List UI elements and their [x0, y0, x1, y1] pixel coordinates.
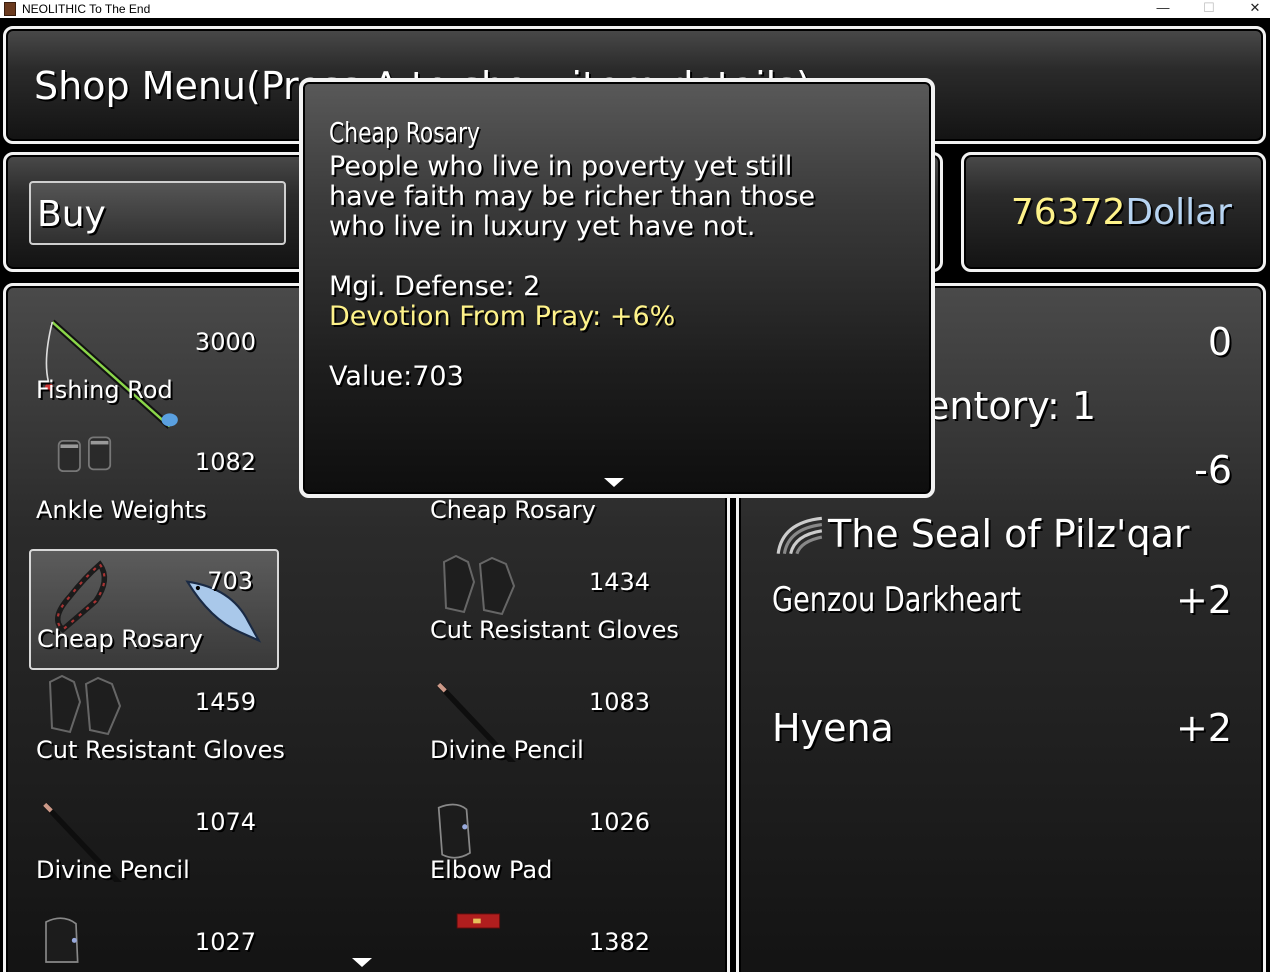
possession-value: 0 [1207, 320, 1232, 364]
seal-icon [776, 516, 823, 555]
maximize-button[interactable]: ☐ [1186, 0, 1232, 18]
item-price: 1074 [194, 808, 256, 836]
scroll-down-arrow-icon[interactable] [352, 958, 372, 967]
popup-item-value: Value:703 [329, 361, 464, 392]
item-price: 1083 [588, 688, 650, 716]
seal-title: The Seal of Pilz'qar [828, 512, 1190, 556]
party-member-value: +2 [1175, 578, 1232, 622]
minimize-button[interactable]: — [1140, 0, 1186, 18]
shop-item[interactable]: 1027 [30, 912, 280, 970]
item-name: Ankle Weights [36, 496, 207, 524]
item-price: 703 [207, 567, 253, 595]
red-banner-icon [456, 913, 501, 929]
popup-description-line: have faith may be richer than those [329, 181, 816, 212]
shop-item[interactable]: 1459 Cut Resistant Gloves [30, 672, 285, 790]
gold-display: 76372Dollar [1000, 192, 1232, 233]
popup-stat-line: Mgi. Defense: 2 [329, 271, 541, 302]
fishing-rod-icon [44, 319, 178, 429]
inventory-label: entory: 1 [926, 384, 1097, 428]
shop-item[interactable]: 1074 Divine Pencil [30, 792, 280, 910]
item-name: Elbow Pad [430, 856, 553, 884]
shop-item[interactable]: 1382 [424, 912, 674, 970]
item-name: Divine Pencil [430, 736, 584, 764]
window-titlebar: NEOLITHIC To The End — ☐ ✕ [0, 0, 1270, 18]
item-price: 1027 [194, 928, 256, 956]
shop-item[interactable]: 1434 Cut Resistant Gloves [424, 552, 679, 670]
shop-item[interactable]: 1083 Divine Pencil [424, 672, 674, 790]
window-title: NEOLITHIC To The End [22, 2, 151, 16]
item-price: 1434 [588, 568, 650, 596]
currency-unit: Dollar [1125, 192, 1232, 233]
item-price: 1026 [588, 808, 650, 836]
gloves-icon [48, 674, 122, 736]
party-member-name: Hyena [772, 706, 894, 750]
shop-item[interactable]: 3000 Fishing Rod [30, 312, 280, 430]
item-name: Cheap Rosary [37, 625, 203, 653]
item-name: Divine Pencil [36, 856, 190, 884]
app-icon [4, 2, 16, 16]
item-name: Cut Resistant Gloves [430, 616, 679, 644]
gold-amount: 76372 [1010, 192, 1126, 233]
popup-description-line: People who live in poverty yet still [329, 151, 793, 182]
party-member-value: +2 [1175, 706, 1232, 750]
buy-command-label: Buy [37, 194, 106, 235]
change-value: -6 [1194, 448, 1232, 492]
item-price: 1459 [194, 688, 256, 716]
popup-item-title: Cheap Rosary [329, 116, 480, 149]
item-name: Fishing Rod [36, 376, 173, 404]
shop-item-selected[interactable]: 703 Cheap Rosary [29, 549, 279, 670]
item-price: 1082 [194, 448, 256, 476]
popup-description-line: who live in luxury yet have not. [329, 211, 756, 242]
popup-more-arrow-icon [604, 478, 624, 487]
item-price: 3000 [194, 328, 256, 356]
party-member-name: Genzou Darkheart [772, 580, 1021, 620]
item-name: Cheap Rosary [430, 496, 596, 524]
close-button[interactable]: ✕ [1232, 0, 1270, 18]
gloves-icon [442, 554, 516, 616]
ankle-weights-icon [57, 436, 112, 472]
item-price: 1382 [588, 928, 650, 956]
shop-item[interactable]: 1026 Elbow Pad [424, 792, 674, 910]
shop-item[interactable]: 1082 Ankle Weights [30, 432, 280, 550]
item-name: Cut Resistant Gloves [36, 736, 285, 764]
pad-icon [45, 917, 79, 963]
popup-stat-highlight: Devotion From Pray: +6% [329, 301, 676, 332]
